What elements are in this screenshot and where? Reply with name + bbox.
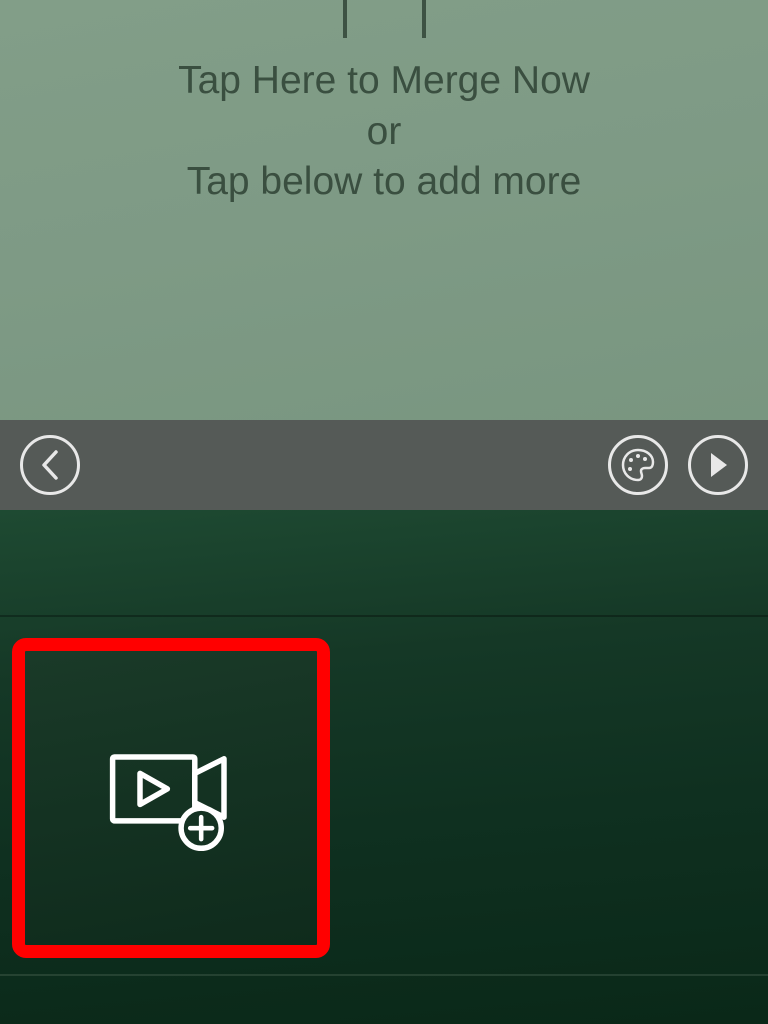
toolbar [0, 420, 768, 510]
instruction-line-3: Tap below to add more [178, 157, 590, 208]
arrow-indicator [343, 0, 426, 38]
timeline-area [0, 510, 768, 1024]
instruction-line-2: or [178, 107, 590, 158]
palette-button[interactable] [608, 435, 668, 495]
add-video-button[interactable] [12, 638, 330, 958]
arrow-line-left [343, 0, 347, 38]
instruction-line-1: Tap Here to Merge Now [178, 56, 590, 107]
timeline-divider [0, 615, 768, 617]
arrow-line-right [422, 0, 426, 38]
play-icon [705, 451, 731, 479]
add-video-icon [99, 746, 244, 851]
palette-icon [619, 446, 657, 484]
chevron-left-icon [38, 448, 62, 482]
play-button[interactable] [688, 435, 748, 495]
instruction-text: Tap Here to Merge Now or Tap below to ad… [178, 56, 590, 208]
back-button[interactable] [20, 435, 80, 495]
instruction-panel[interactable]: Tap Here to Merge Now or Tap below to ad… [0, 0, 768, 420]
bottom-divider [0, 974, 768, 976]
